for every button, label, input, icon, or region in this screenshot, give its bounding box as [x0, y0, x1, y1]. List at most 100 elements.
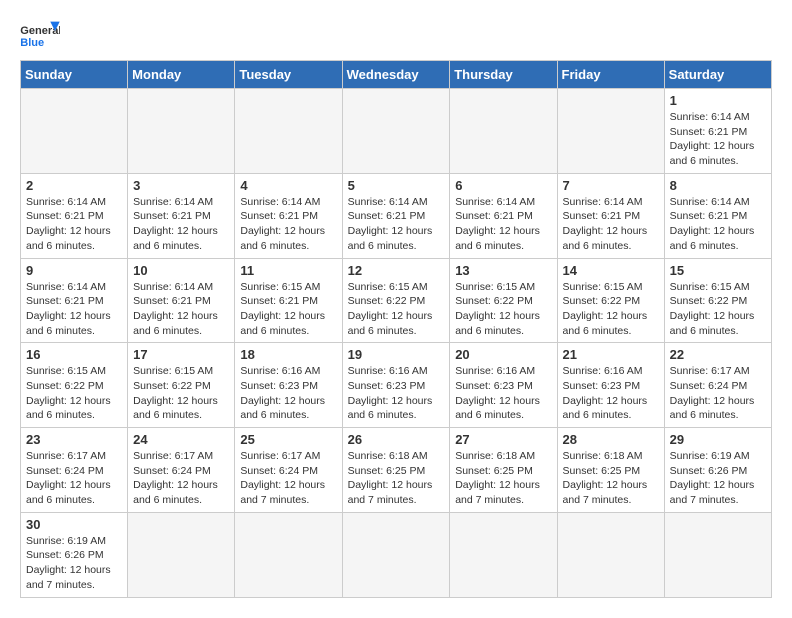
- day-info: Sunrise: 6:15 AM Sunset: 6:22 PM Dayligh…: [455, 280, 551, 339]
- calendar-day-cell: [450, 89, 557, 174]
- calendar-day-cell: [450, 512, 557, 597]
- calendar-day-cell: 23 Sunrise: 6:17 AM Sunset: 6:24 PM Dayli…: [21, 428, 128, 513]
- day-info: Sunrise: 6:14 AM Sunset: 6:21 PM Dayligh…: [670, 195, 766, 254]
- calendar-day-cell: 12Sunrise: 6:15 AM Sunset: 6:22 PM Dayli…: [342, 258, 450, 343]
- day-number: 13: [455, 263, 551, 278]
- calendar-day-cell: 25Sunrise: 6:17 AM Sunset: 6:24 PM Dayli…: [235, 428, 342, 513]
- calendar-day-cell: 14 Sunrise: 6:15 AM Sunset: 6:22 PM Dayli…: [557, 258, 664, 343]
- day-info: Sunrise: 6:17 AM Sunset: 6:24 PM Dayligh…: [133, 449, 229, 508]
- day-number: 29: [670, 432, 766, 447]
- calendar-day-cell: 1Sunrise: 6:14 AM Sunset: 6:21 PM Daylig…: [664, 89, 771, 174]
- day-info: Sunrise: 6:14 AM Sunset: 6:21 PM Dayligh…: [455, 195, 551, 254]
- day-info: Sunrise: 6:19 AM Sunset: 6:26 PM Dayligh…: [670, 449, 766, 508]
- day-info: Sunrise: 6:19 AM Sunset: 6:26 PM Dayligh…: [26, 534, 122, 593]
- day-number: 7: [563, 178, 659, 193]
- day-info: Sunrise: 6:14 AM Sunset: 6:21 PM Dayligh…: [133, 195, 229, 254]
- page-header: General Blue: [20, 20, 772, 50]
- calendar-day-cell: 7 Sunrise: 6:14 AM Sunset: 6:21 PM Daylig…: [557, 173, 664, 258]
- day-info: Sunrise: 6:18 AM Sunset: 6:25 PM Dayligh…: [455, 449, 551, 508]
- header-wednesday: Wednesday: [342, 61, 450, 89]
- day-info: Sunrise: 6:15 AM Sunset: 6:21 PM Dayligh…: [240, 280, 336, 339]
- day-info: Sunrise: 6:15 AM Sunset: 6:22 PM Dayligh…: [133, 364, 229, 423]
- calendar-day-cell: [21, 89, 128, 174]
- day-info: Sunrise: 6:17 AM Sunset: 6:24 PM Dayligh…: [670, 364, 766, 423]
- day-info: Sunrise: 6:16 AM Sunset: 6:23 PM Dayligh…: [348, 364, 445, 423]
- calendar-day-cell: 19Sunrise: 6:16 AM Sunset: 6:23 PM Dayli…: [342, 343, 450, 428]
- svg-text:Blue: Blue: [20, 37, 44, 49]
- day-number: 14: [563, 263, 659, 278]
- day-number: 22: [670, 347, 766, 362]
- calendar-day-cell: 17 Sunrise: 6:15 AM Sunset: 6:22 PM Dayli…: [128, 343, 235, 428]
- header-friday: Friday: [557, 61, 664, 89]
- calendar-week-row: 9 Sunrise: 6:14 AM Sunset: 6:21 PM Daylig…: [21, 258, 772, 343]
- header-tuesday: Tuesday: [235, 61, 342, 89]
- day-info: Sunrise: 6:18 AM Sunset: 6:25 PM Dayligh…: [348, 449, 445, 508]
- day-number: 25: [240, 432, 336, 447]
- day-number: 15: [670, 263, 766, 278]
- day-number: 30: [26, 517, 122, 532]
- calendar-day-cell: 4Sunrise: 6:14 AM Sunset: 6:21 PM Daylig…: [235, 173, 342, 258]
- calendar-day-cell: 27 Sunrise: 6:18 AM Sunset: 6:25 PM Dayli…: [450, 428, 557, 513]
- calendar-day-cell: 22 Sunrise: 6:17 AM Sunset: 6:24 PM Dayli…: [664, 343, 771, 428]
- calendar-day-cell: [664, 512, 771, 597]
- calendar-day-cell: 21Sunrise: 6:16 AM Sunset: 6:23 PM Dayli…: [557, 343, 664, 428]
- calendar-day-cell: 26Sunrise: 6:18 AM Sunset: 6:25 PM Dayli…: [342, 428, 450, 513]
- day-number: 18: [240, 347, 336, 362]
- calendar-week-row: 2 Sunrise: 6:14 AM Sunset: 6:21 PM Daylig…: [21, 173, 772, 258]
- day-number: 3: [133, 178, 229, 193]
- day-number: 2: [26, 178, 122, 193]
- calendar-table: SundayMondayTuesdayWednesdayThursdayFrid…: [20, 60, 772, 598]
- header-saturday: Saturday: [664, 61, 771, 89]
- day-info: Sunrise: 6:16 AM Sunset: 6:23 PM Dayligh…: [240, 364, 336, 423]
- calendar-day-cell: 5 Sunrise: 6:14 AM Sunset: 6:21 PM Daylig…: [342, 173, 450, 258]
- calendar-week-row: 1Sunrise: 6:14 AM Sunset: 6:21 PM Daylig…: [21, 89, 772, 174]
- calendar-day-cell: [128, 512, 235, 597]
- calendar-day-cell: 13 Sunrise: 6:15 AM Sunset: 6:22 PM Dayli…: [450, 258, 557, 343]
- calendar-day-cell: 6 Sunrise: 6:14 AM Sunset: 6:21 PM Daylig…: [450, 173, 557, 258]
- day-info: Sunrise: 6:15 AM Sunset: 6:22 PM Dayligh…: [26, 364, 122, 423]
- calendar-day-cell: 28 Sunrise: 6:18 AM Sunset: 6:25 PM Dayli…: [557, 428, 664, 513]
- calendar-day-cell: [342, 89, 450, 174]
- calendar-day-cell: [557, 89, 664, 174]
- calendar-day-cell: [342, 512, 450, 597]
- day-number: 17: [133, 347, 229, 362]
- day-info: Sunrise: 6:18 AM Sunset: 6:25 PM Dayligh…: [563, 449, 659, 508]
- day-info: Sunrise: 6:14 AM Sunset: 6:21 PM Dayligh…: [26, 280, 122, 339]
- calendar-day-cell: [235, 89, 342, 174]
- day-info: Sunrise: 6:14 AM Sunset: 6:21 PM Dayligh…: [348, 195, 445, 254]
- logo: General Blue: [20, 20, 60, 50]
- day-number: 9: [26, 263, 122, 278]
- calendar-day-cell: 24Sunrise: 6:17 AM Sunset: 6:24 PM Dayli…: [128, 428, 235, 513]
- day-number: 12: [348, 263, 445, 278]
- day-number: 11: [240, 263, 336, 278]
- day-number: 5: [348, 178, 445, 193]
- day-info: Sunrise: 6:15 AM Sunset: 6:22 PM Dayligh…: [563, 280, 659, 339]
- day-number: 4: [240, 178, 336, 193]
- day-number: 23: [26, 432, 122, 447]
- calendar-day-cell: 2Sunrise: 6:14 AM Sunset: 6:21 PM Daylig…: [21, 173, 128, 258]
- calendar-day-cell: [128, 89, 235, 174]
- calendar-day-cell: [235, 512, 342, 597]
- calendar-day-cell: 16Sunrise: 6:15 AM Sunset: 6:22 PM Dayli…: [21, 343, 128, 428]
- day-number: 27: [455, 432, 551, 447]
- calendar-day-cell: 10Sunrise: 6:14 AM Sunset: 6:21 PM Dayli…: [128, 258, 235, 343]
- calendar-day-cell: 15 Sunrise: 6:15 AM Sunset: 6:22 PM Dayli…: [664, 258, 771, 343]
- day-info: Sunrise: 6:15 AM Sunset: 6:22 PM Dayligh…: [670, 280, 766, 339]
- day-number: 28: [563, 432, 659, 447]
- day-number: 1: [670, 93, 766, 108]
- calendar-day-cell: [557, 512, 664, 597]
- calendar-day-cell: 9 Sunrise: 6:14 AM Sunset: 6:21 PM Daylig…: [21, 258, 128, 343]
- logo-icon: General Blue: [20, 20, 60, 50]
- calendar-week-row: 23 Sunrise: 6:17 AM Sunset: 6:24 PM Dayli…: [21, 428, 772, 513]
- header-thursday: Thursday: [450, 61, 557, 89]
- day-info: Sunrise: 6:17 AM Sunset: 6:24 PM Dayligh…: [26, 449, 122, 508]
- day-number: 20: [455, 347, 551, 362]
- day-info: Sunrise: 6:14 AM Sunset: 6:21 PM Dayligh…: [563, 195, 659, 254]
- day-info: Sunrise: 6:16 AM Sunset: 6:23 PM Dayligh…: [563, 364, 659, 423]
- calendar-day-cell: 18 Sunrise: 6:16 AM Sunset: 6:23 PM Dayli…: [235, 343, 342, 428]
- header-monday: Monday: [128, 61, 235, 89]
- calendar-day-cell: 29 Sunrise: 6:19 AM Sunset: 6:26 PM Dayli…: [664, 428, 771, 513]
- day-number: 6: [455, 178, 551, 193]
- day-number: 8: [670, 178, 766, 193]
- day-info: Sunrise: 6:14 AM Sunset: 6:21 PM Dayligh…: [133, 280, 229, 339]
